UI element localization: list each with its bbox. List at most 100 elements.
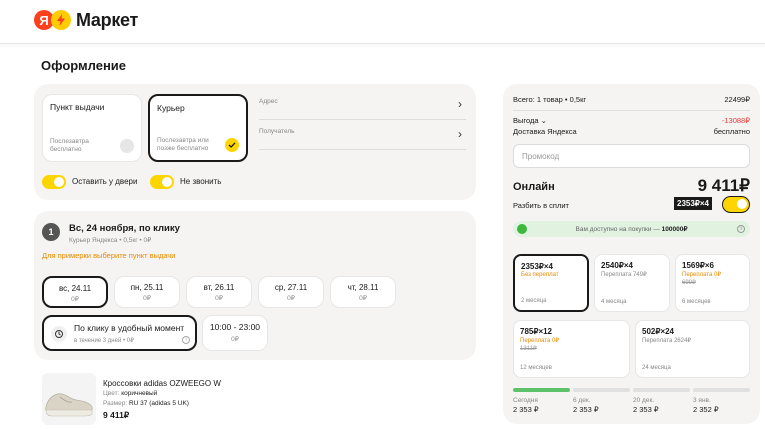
day-option[interactable]: вт, 26.11 0₽: [186, 276, 252, 308]
payment-amount: 2 352 ₽: [693, 405, 719, 414]
hand-click-icon: [51, 326, 67, 342]
split-label: Разбить в сплит: [513, 201, 569, 210]
product-size: Размер: RU 37 (adidas 5 UK): [103, 400, 189, 407]
plan-overpay: Переплата 749₽: [601, 272, 647, 278]
delivery-cost-row: Доставка Яндекса бесплатно: [513, 127, 750, 136]
total-label: Всего: 1 товар • 0,5кг: [513, 95, 587, 104]
page-title: Оформление: [41, 58, 127, 73]
day-option[interactable]: чт, 28.11 0₽: [330, 276, 396, 308]
time-slot-option[interactable]: 10:00 - 23:00 0₽: [202, 315, 268, 351]
address-row[interactable]: Адрес ›: [259, 97, 466, 120]
payment-progress-segment: [573, 388, 630, 392]
split-amount-badge: 2353₽×4: [674, 197, 713, 210]
leave-at-door-label: Оставить у двери: [72, 177, 138, 186]
order-summary-panel: Всего: 1 товар • 0,5кг 22499₽ Выгода ⌄ -…: [503, 84, 760, 424]
option-subtitle: Послезавтра бесплатно: [50, 138, 89, 153]
day-option[interactable]: пн, 25.11 0₽: [114, 276, 180, 308]
plan-amount: 502₽×24: [642, 327, 675, 336]
day-price: 0₽: [215, 295, 223, 302]
day-option[interactable]: вс, 24.11 0₽: [42, 276, 108, 308]
payment-amount: 2 353 ₽: [513, 405, 539, 414]
day-date: вт, 26.11: [203, 283, 235, 292]
fitting-warning: Для примерки выберите пункт выдачи: [42, 251, 176, 260]
payment-date: 6 дек.: [573, 397, 591, 404]
leave-at-door-toggle[interactable]: [42, 175, 66, 189]
plan-term: 24 месяца: [642, 365, 671, 371]
day-date: ср, 27.11: [274, 283, 308, 292]
pickup-point-option[interactable]: Пункт выдачи Послезавтра бесплатно: [42, 94, 142, 162]
size-value: RU 37 (adidas 5 UK): [128, 400, 189, 407]
plan-term: 6 месяцев: [682, 299, 711, 305]
payment-amount: 2 353 ₽: [573, 405, 599, 414]
promo-code-input[interactable]: Промокод: [513, 144, 750, 168]
chevron-right-icon: ›: [458, 127, 462, 141]
info-icon[interactable]: i: [182, 336, 190, 344]
bolt-icon: [51, 10, 71, 30]
day-option[interactable]: ср, 27.11 0₽: [258, 276, 324, 308]
payment-progress-segment: [513, 388, 570, 392]
top-header: Я Маркет: [0, 0, 765, 44]
shipment-title: Вс, 24 ноября, по клику: [69, 223, 180, 234]
plan-amount: 2353₽×4: [521, 262, 554, 271]
recipient-label: Получатель: [259, 128, 295, 135]
market-logo[interactable]: Я Маркет: [34, 10, 138, 30]
courier-option[interactable]: Курьер Послезавтра или позже бесплатно: [148, 94, 248, 162]
split-plan-card[interactable]: 1569₽×6 Переплата 0₽ 699₽ 6 месяцев: [675, 254, 750, 312]
shipment-number-badge: 1: [42, 223, 60, 241]
color-label: Цвет:: [103, 390, 120, 397]
option-title: Курьер: [157, 103, 185, 113]
day-date: вс, 24.11: [58, 284, 92, 293]
plan-term: 4 месяца: [601, 299, 627, 305]
plan-overpay: Переплата 2624₽: [642, 338, 692, 344]
product-price: 9 411₽: [103, 410, 130, 420]
by-click-subtitle: в течение 3 дней • 0₽: [74, 338, 134, 344]
recipient-row[interactable]: Получатель ›: [259, 127, 466, 150]
by-click-option[interactable]: По клику в удобный момент в течение 3 дн…: [42, 315, 197, 351]
limit-text: Вам доступно на покупки — 100000₽: [513, 225, 750, 233]
no-call-toggle[interactable]: [150, 175, 174, 189]
plan-overpay: Переплата 0₽: [682, 272, 722, 278]
split-plan-card[interactable]: 2540₽×4 Переплата 749₽ 4 месяца: [594, 254, 670, 312]
day-price: 0₽: [71, 296, 79, 303]
payment-date: 3 янв.: [693, 397, 711, 404]
plan-term: 12 месяцев: [520, 365, 552, 371]
plan-term: 2 месяца: [521, 298, 547, 304]
total-value: 22499₽: [724, 95, 750, 104]
plan-overpay: Переплата 0₽: [520, 338, 560, 344]
split-plan-card[interactable]: 785₽×12 Переплата 0₽ 1311₽ 12 месяцев: [513, 320, 630, 378]
limit-amount: 100000₽: [661, 226, 688, 233]
split-plan-card[interactable]: 502₽×24 Переплата 2624₽ 24 месяца: [635, 320, 750, 378]
check-icon: [225, 138, 239, 152]
address-label: Адрес: [259, 98, 278, 105]
total-row: Всего: 1 товар • 0,5кг 22499₽: [513, 95, 750, 104]
payment-date: Сегодня: [513, 397, 538, 404]
color-value: коричневый: [121, 390, 158, 397]
logo-text: Маркет: [76, 9, 139, 30]
shipment-subtitle: Курьер Яндекса • 0,5кг • 0₽: [69, 237, 152, 244]
info-icon[interactable]: i: [737, 225, 745, 233]
benefit-value: -13088₽: [721, 116, 750, 125]
shipment-panel: 1 Вс, 24 ноября, по клику Курьер Яндекса…: [34, 211, 476, 360]
benefit-row[interactable]: Выгода ⌄ -13088₽: [513, 116, 750, 125]
payment-progress-segment: [693, 388, 750, 392]
plan-overpay: Без переплат: [521, 272, 559, 278]
payment-progress-segment: [633, 388, 690, 392]
by-click-title: По клику в удобный момент: [74, 323, 185, 333]
product-image[interactable]: [42, 373, 96, 425]
product-name[interactable]: Кроссовки adidas OZWEEGO W: [103, 379, 221, 388]
split-plan-card[interactable]: 2353₽×4 Без переплат 2 месяца: [513, 254, 589, 312]
product-color: Цвет: коричневый: [103, 390, 157, 397]
plan-amount: 2540₽×4: [601, 261, 634, 270]
delivery-panel: Пункт выдачи Послезавтра бесплатно Курье…: [34, 84, 476, 200]
time-slot-label: 10:00 - 23:00: [209, 322, 261, 332]
time-slot-price: 0₽: [231, 336, 239, 343]
delivery-cost-label: Доставка Яндекса: [513, 127, 577, 136]
divider: [513, 110, 750, 111]
split-toggle[interactable]: [722, 196, 750, 213]
plan-amount: 1569₽×6: [682, 261, 715, 270]
option-subtitle: Послезавтра или позже бесплатно: [157, 137, 209, 152]
limit-label: Вам доступно на покупки —: [575, 226, 660, 233]
day-price: 0₽: [359, 295, 367, 302]
day-date: чт, 28.11: [347, 283, 379, 292]
chevron-right-icon: ›: [458, 97, 462, 111]
